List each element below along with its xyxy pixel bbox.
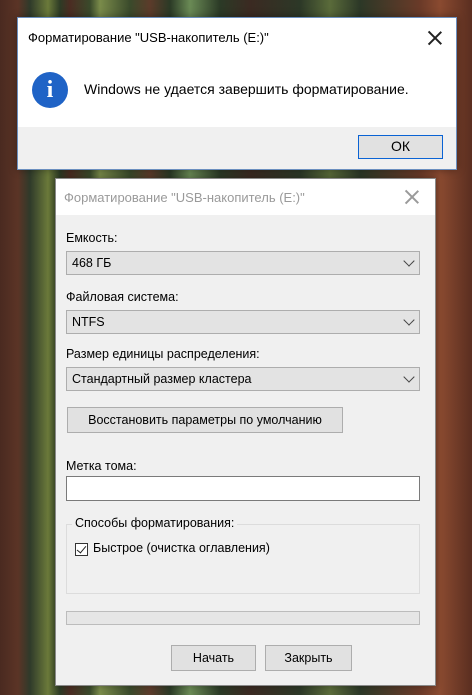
chevron-down-icon — [403, 371, 415, 383]
close-button[interactable]: Закрыть — [265, 645, 352, 671]
close-icon[interactable] — [405, 190, 419, 204]
quick-format-label[interactable]: Быстрое (очистка оглавления) — [93, 541, 270, 555]
file-system-label: Файловая система: — [66, 290, 179, 304]
info-icon: i — [32, 72, 68, 108]
file-system-select[interactable]: NTFS — [66, 310, 420, 334]
capacity-label: Емкость: — [66, 231, 118, 245]
format-dialog-title: Форматирование "USB-накопитель (E:)" — [64, 190, 305, 205]
message-box-title: Форматирование "USB-накопитель (E:)" — [28, 30, 269, 45]
chevron-down-icon — [403, 255, 415, 267]
error-message-box: Форматирование "USB-накопитель (E:)" i W… — [17, 17, 457, 170]
capacity-select[interactable]: 468 ГБ — [66, 251, 420, 275]
restore-defaults-button[interactable]: Восстановить параметры по умолчанию — [67, 407, 343, 433]
format-progress-bar — [66, 611, 420, 625]
format-dialog: Форматирование "USB-накопитель (E:)" Емк… — [55, 178, 436, 686]
message-box-footer: ОК — [18, 127, 456, 169]
capacity-value: 468 ГБ — [72, 256, 112, 270]
format-dialog-titlebar: Форматирование "USB-накопитель (E:)" — [56, 179, 435, 215]
ok-button[interactable]: ОК — [358, 135, 443, 159]
message-box-titlebar: Форматирование "USB-накопитель (E:)" — [18, 18, 456, 58]
format-options-label: Способы форматирования: — [72, 516, 238, 530]
file-system-value: NTFS — [72, 315, 105, 329]
volume-label-input[interactable] — [66, 476, 420, 501]
allocation-unit-select[interactable]: Стандартный размер кластера — [66, 367, 420, 391]
start-button[interactable]: Начать — [171, 645, 256, 671]
volume-label-label: Метка тома: — [66, 459, 137, 473]
allocation-unit-label: Размер единицы распределения: — [66, 347, 260, 361]
message-text: Windows не удается завершить форматирова… — [84, 81, 409, 97]
quick-format-checkbox[interactable] — [75, 543, 88, 556]
chevron-down-icon — [403, 314, 415, 326]
format-options-group: Способы форматирования: Быстрое (очистка… — [66, 516, 420, 594]
allocation-unit-value: Стандартный размер кластера — [72, 372, 252, 386]
close-icon[interactable] — [428, 31, 442, 45]
